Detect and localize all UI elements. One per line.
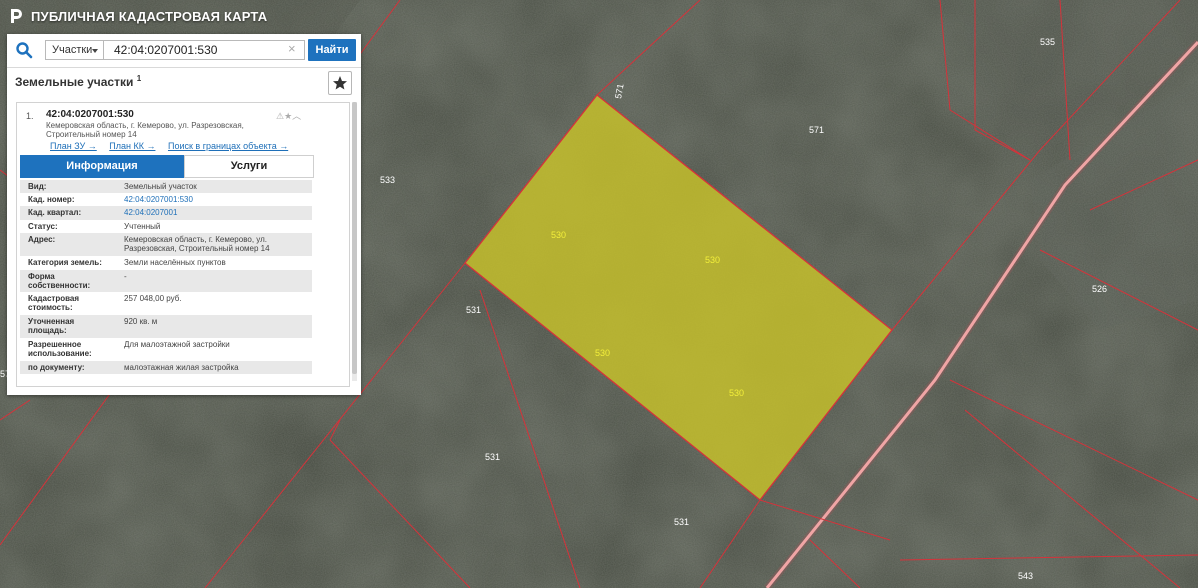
result-tabs: Информация Услуги (20, 155, 314, 178)
search-icon[interactable] (15, 41, 33, 59)
results-scrollbar[interactable] (352, 102, 357, 381)
chevron-up-icon[interactable]: ︿ (292, 111, 301, 121)
attr-row: по документу: малоэтажная жилая застройка (20, 361, 312, 374)
parcel-label: 531 (466, 305, 481, 315)
parcel-label: 543 (1018, 571, 1033, 581)
attr-row: Вид: Земельный участок (20, 180, 312, 193)
attr-row: Уточненная площадь: 920 кв. м (20, 315, 312, 338)
result-index: 1. (26, 111, 34, 121)
search-bar: Участки 42:04:0207001:530 × Найти (7, 34, 361, 68)
parcel-label: 531 (674, 517, 689, 527)
parcel-label: 530 (551, 230, 566, 240)
cad-number-link[interactable]: 42:04:0207001:530 (124, 195, 310, 204)
attr-row: Категория земель: Земли населённых пункто… (28, 258, 226, 267)
app-logo-icon (11, 9, 22, 23)
result-actions: ⚠★︿ (276, 109, 301, 122)
object-type-label: Участки (52, 44, 93, 56)
results-section-title: Земельные участки 1 (15, 74, 142, 89)
chevron-down-icon (92, 49, 98, 53)
parcel-label: 530 (595, 348, 610, 358)
tab-services[interactable]: Услуги (184, 155, 314, 178)
app-header: ПУБЛИЧНАЯ КАДАСТРОВАЯ КАРТА (0, 0, 267, 32)
find-button[interactable]: Найти (308, 39, 356, 61)
result-card: 1. 42:04:0207001:530 Кемеровская область… (16, 102, 350, 387)
star-icon[interactable]: ★ (284, 111, 292, 121)
result-cad-number[interactable]: 42:04:0207001:530 (46, 109, 134, 120)
cad-quarter-link[interactable]: 42:04:0207001 (124, 208, 310, 217)
plan-zu-link[interactable]: План ЗУ → (50, 141, 97, 151)
attr-row: Кадастровая стоимость: 257 048,00 руб. (28, 294, 182, 312)
parcel-label: 530 (729, 388, 744, 398)
search-input[interactable]: 42:04:0207001:530 (104, 40, 305, 60)
attr-row: Форма собственности: - (20, 270, 312, 292)
search-panel: Участки 42:04:0207001:530 × Найти Земель… (7, 34, 361, 395)
attribute-table: Вид: Земельный участок Кад. номер: 42:04:0… (20, 180, 312, 374)
result-address: Кемеровская область, г. Кемерово, ул. Ра… (46, 121, 244, 139)
star-icon (333, 76, 347, 90)
attr-row: Адрес: Кемеровская область, г. Кемерово, … (20, 233, 312, 256)
parcel-label: 530 (705, 255, 720, 265)
attr-row: Разрешенное использование: Для малоэтажно… (28, 340, 230, 358)
attr-row: Кад. квартал: 42:04:0207001 (20, 206, 312, 220)
app-title: ПУБЛИЧНАЯ КАДАСТРОВАЯ КАРТА (31, 8, 268, 24)
clear-icon[interactable]: × (288, 42, 296, 56)
plan-kk-link[interactable]: План КК → (109, 141, 155, 151)
parcel-label: 571 (809, 125, 824, 135)
scrollbar-thumb[interactable] (352, 102, 357, 374)
parcel-label: 535 (1040, 37, 1055, 47)
object-type-select[interactable]: Участки (45, 40, 104, 60)
result-links: План ЗУ → План КК → Поиск в границах объ… (50, 141, 298, 151)
attr-row: Статус: Учтенный (28, 222, 161, 231)
parcel-label: 533 (380, 175, 395, 185)
parcel-label: 526 (1092, 284, 1107, 294)
tab-info[interactable]: Информация (20, 155, 184, 178)
favorites-button[interactable] (328, 71, 352, 95)
results-count: 1 (136, 74, 142, 83)
search-in-bounds-link[interactable]: Поиск в границах объекта → (168, 141, 288, 151)
warning-icon[interactable]: ⚠ (276, 111, 284, 121)
attr-row: Кад. номер: 42:04:0207001:530 (20, 193, 312, 206)
parcel-label: 531 (485, 452, 500, 462)
